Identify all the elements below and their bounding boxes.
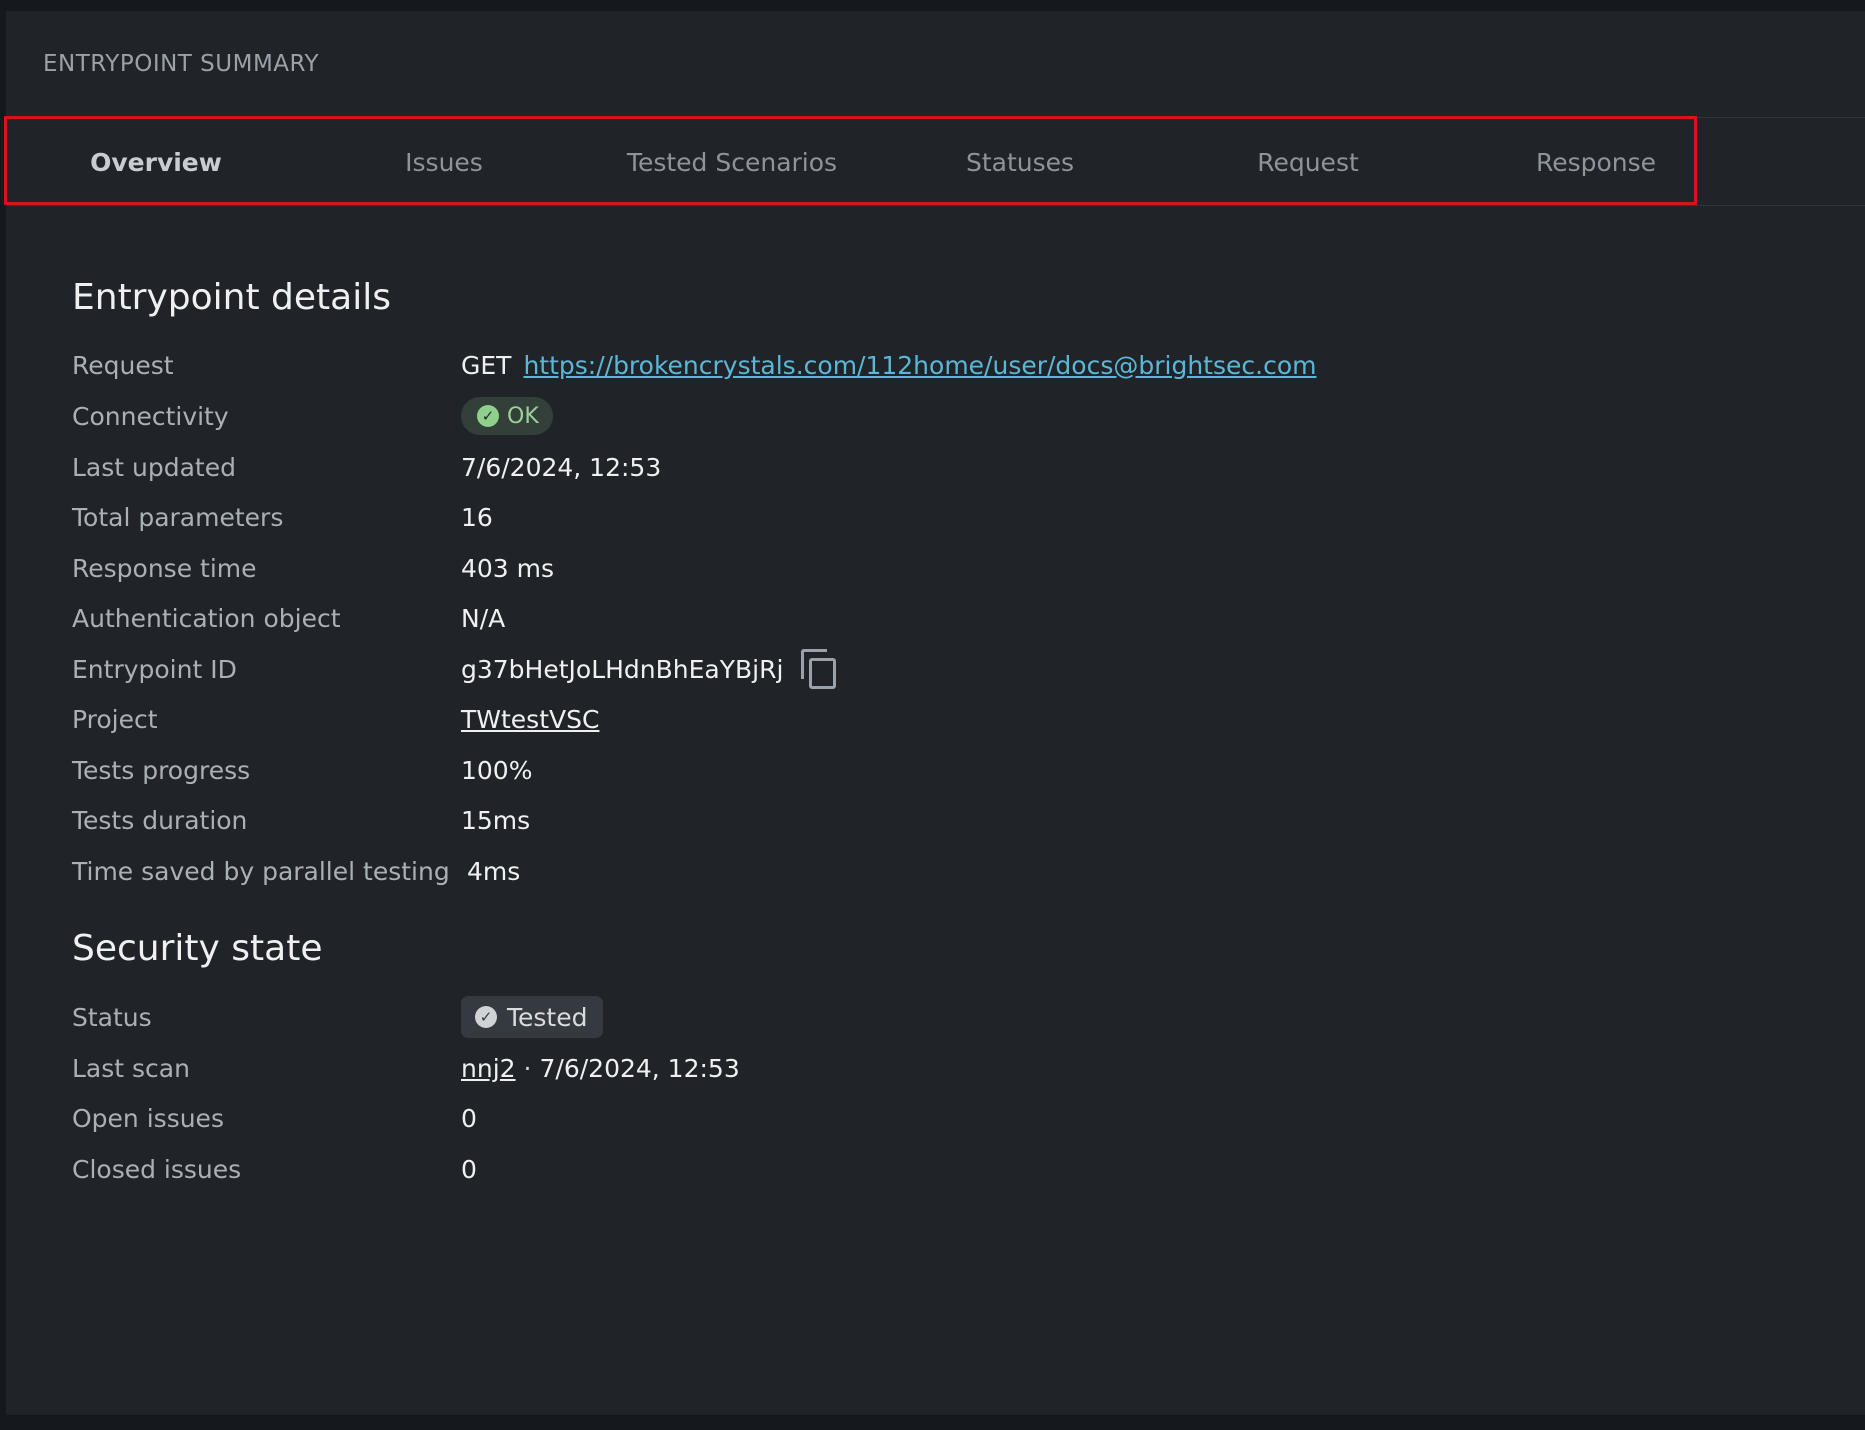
row-auth-object: Authentication object N/A [72,598,1572,638]
time-saved-label: Time saved by parallel testing [72,856,450,886]
status-badge: ✓ Tested [461,996,604,1038]
closed-issues-value: 0 [461,1154,477,1184]
project-link[interactable]: TWtestVSC [461,705,599,734]
auth-object-label: Authentication object [72,603,341,633]
copy-icon[interactable] [801,649,837,689]
request-value: GET https://brokencrystals.com/112home/u… [461,351,1316,380]
security-state-heading: Security state [72,928,323,969]
request-url-link[interactable]: https://brokencrystals.com/112home/user/… [523,351,1316,380]
row-open-issues: Open issues 0 [72,1098,1572,1138]
last-scan-value: nnj2 · 7/6/2024, 12:53 [461,1054,740,1083]
connectivity-status-text: OK [507,403,539,429]
check-circle-icon: ✓ [475,1006,497,1028]
entrypoint-id-text: g37bHetJoLHdnBhEaYBjRj [461,654,784,684]
total-parameters-label: Total parameters [72,502,284,532]
tests-progress-label: Tests progress [72,755,251,785]
last-updated-value: 7/6/2024, 12:53 [461,452,662,482]
closed-issues-label: Closed issues [72,1154,242,1184]
check-circle-icon: ✓ [477,405,499,427]
last-updated-label: Last updated [72,452,236,482]
row-tests-duration: Tests duration 15ms [72,800,1572,840]
row-tests-progress: Tests progress 100% [72,750,1572,790]
connectivity-value: ✓ OK [461,397,553,435]
entrypoint-details-heading: Entrypoint details [72,277,391,318]
request-label: Request [72,350,174,380]
status-label: Status [72,1002,152,1032]
request-method: GET [461,350,512,380]
auth-object-value: N/A [461,603,506,633]
row-request: Request GET https://brokencrystals.com/1… [72,345,1572,385]
row-last-scan: Last scan nnj2 · 7/6/2024, 12:53 [72,1048,1572,1088]
total-parameters-value: 16 [461,502,493,532]
tests-progress-value: 100% [461,755,533,785]
tab-bar: Overview Issues Tested Scenarios Statuse… [6,118,1865,206]
status-text: Tested [507,1002,588,1032]
entrypoint-id-label: Entrypoint ID [72,654,237,684]
row-last-updated: Last updated 7/6/2024, 12:53 [72,447,1572,487]
row-total-parameters: Total parameters 16 [72,497,1572,537]
panel-title: ENTRYPOINT SUMMARY [43,51,320,77]
time-saved-value: 4ms [467,856,521,886]
tests-duration-label: Tests duration [72,805,248,835]
open-issues-label: Open issues [72,1103,224,1133]
tab-overview[interactable]: Overview [12,118,300,206]
row-project: Project TWtestVSC [72,699,1572,739]
row-status: Status ✓ Tested [72,996,1572,1038]
tests-duration-value: 15ms [461,805,531,835]
row-closed-issues: Closed issues 0 [72,1149,1572,1189]
last-scan-label: Last scan [72,1053,190,1083]
tab-request[interactable]: Request [1164,118,1452,206]
connectivity-badge: ✓ OK [461,397,553,435]
entrypoint-id-value: g37bHetJoLHdnBhEaYBjRj [461,649,837,689]
last-scan-link[interactable]: nnj2 [461,1054,516,1083]
response-time-value: 403 ms [461,553,555,583]
last-scan-separator: · [523,1053,532,1083]
tab-response[interactable]: Response [1452,118,1740,206]
connectivity-label: Connectivity [72,401,229,431]
response-time-label: Response time [72,553,257,583]
status-value: ✓ Tested [461,996,604,1038]
tab-issues[interactable]: Issues [300,118,588,206]
tab-statuses[interactable]: Statuses [876,118,1164,206]
last-scan-date: 7/6/2024, 12:53 [539,1053,740,1083]
row-entrypoint-id: Entrypoint ID g37bHetJoLHdnBhEaYBjRj [72,649,1572,689]
row-response-time: Response time 403 ms [72,548,1572,588]
row-time-saved: Time saved by parallel testing 4ms [72,851,1572,891]
entrypoint-summary-panel: ENTRYPOINT SUMMARY Overview Issues Teste… [4,11,1865,1415]
open-issues-value: 0 [461,1103,477,1133]
row-connectivity: Connectivity ✓ OK [72,396,1572,436]
project-value: TWtestVSC [461,705,599,734]
project-label: Project [72,704,158,734]
panel-header: ENTRYPOINT SUMMARY [6,11,1865,118]
tab-tested-scenarios[interactable]: Tested Scenarios [588,118,876,206]
